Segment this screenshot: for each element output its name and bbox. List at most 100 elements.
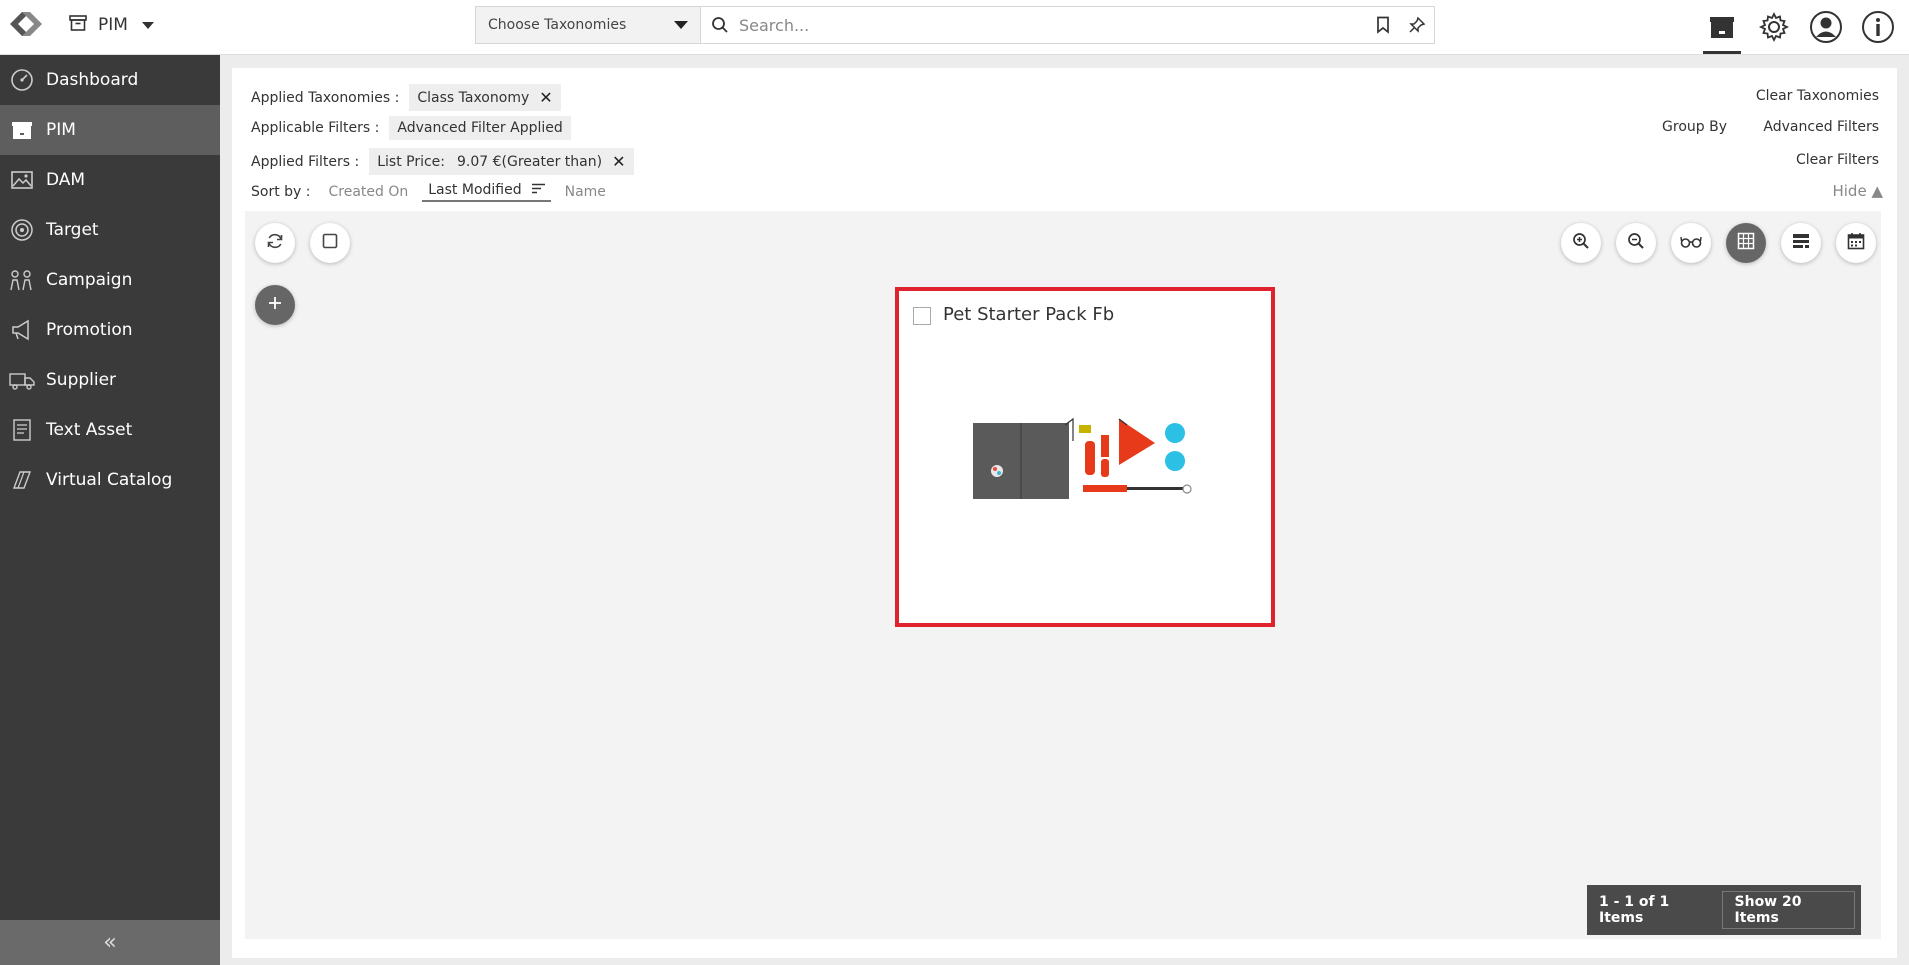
sort-descending-icon: [531, 182, 545, 198]
truck-icon: [8, 366, 36, 394]
sidebar-item-label: Campaign: [46, 270, 133, 290]
product-card-checkbox[interactable]: [913, 307, 931, 325]
applicable-filter-chip: Advanced Filter Applied: [389, 116, 571, 140]
sort-name[interactable]: Name: [565, 184, 606, 200]
applicable-filters-row: Applicable Filters : Advanced Filter App…: [251, 116, 571, 140]
info-icon[interactable]: [1859, 4, 1897, 50]
refresh-icon: [266, 232, 284, 254]
bookmark-icon[interactable]: [1366, 7, 1400, 43]
app-name: PIM: [98, 15, 128, 35]
applied-taxonomies-label: Applied Taxonomies :: [251, 89, 400, 106]
list-price-filter-chip: List Price: 9.07 €(Greater than) ✕: [369, 148, 634, 175]
calendar-view-button[interactable]: [1836, 223, 1876, 263]
calendar-icon: [1847, 232, 1865, 254]
double-chevron-left-icon: «: [103, 930, 117, 955]
app-switcher[interactable]: PIM: [68, 12, 154, 38]
sidebar-item-label: DAM: [46, 170, 86, 190]
pim-box-icon: [8, 116, 36, 144]
chevron-down-icon: [141, 21, 154, 29]
zoom-out-button[interactable]: [1616, 223, 1656, 263]
add-product-button[interactable]: [255, 285, 295, 325]
item-count: 1 - 1 of 1 Items: [1599, 894, 1670, 926]
taxonomy-select-label: Choose Taxonomies: [488, 17, 627, 33]
select-all-button[interactable]: [310, 223, 350, 263]
applicable-filters-label: Applicable Filters :: [251, 120, 380, 136]
sidebar: Dashboard PIM DAM Target Campaign Promot…: [0, 55, 220, 965]
close-icon[interactable]: ✕: [539, 88, 552, 107]
filter-chip-value: 9.07 €(Greater than): [457, 153, 603, 170]
zoom-out-icon: [1627, 232, 1645, 254]
sidebar-item-label: Text Asset: [46, 420, 133, 440]
sidebar-item-dam[interactable]: DAM: [0, 155, 220, 205]
zoom-in-icon: [1572, 232, 1590, 254]
grid-view-button[interactable]: [1726, 223, 1766, 263]
product-grid-area: Pet Starter Pack Fb 1 - 1 of 1 Items Sho…: [245, 211, 1881, 939]
search-bar: Choose Taxonomies: [475, 6, 1435, 44]
sidebar-item-label: Promotion: [46, 320, 133, 340]
sidebar-item-text-asset[interactable]: Text Asset: [0, 405, 220, 455]
search-input[interactable]: [739, 7, 1366, 43]
chevron-down-icon: [674, 21, 688, 29]
applied-filters-label: Applied Filters :: [251, 153, 360, 170]
top-bar: PIM Choose Taxonomies: [0, 0, 1909, 55]
catalog-icon: [8, 466, 36, 494]
zoom-in-button[interactable]: [1561, 223, 1601, 263]
user-profile-icon[interactable]: [1807, 4, 1845, 50]
sidebar-item-label: Target: [46, 220, 99, 240]
clear-taxonomies-link[interactable]: Clear Taxonomies: [1756, 88, 1879, 104]
target-icon: [8, 216, 36, 244]
sidebar-item-dashboard[interactable]: Dashboard: [0, 55, 220, 105]
pim-app-icon[interactable]: [1703, 4, 1741, 54]
refresh-button[interactable]: [255, 223, 295, 263]
sort-last-modified[interactable]: Last Modified: [422, 182, 551, 202]
taxonomy-select[interactable]: Choose Taxonomies: [476, 7, 701, 43]
applied-filters-row: Applied Filters : List Price: 9.07 €(Gre…: [251, 148, 634, 175]
product-image[interactable]: [969, 411, 1199, 511]
sidebar-item-campaign[interactable]: Campaign: [0, 255, 220, 305]
sidebar-collapse-button[interactable]: «: [0, 920, 220, 965]
grid-icon: [1737, 232, 1755, 254]
sidebar-item-target[interactable]: Target: [0, 205, 220, 255]
sidebar-item-label: Virtual Catalog: [46, 470, 173, 490]
sidebar-item-virtual-catalog[interactable]: Virtual Catalog: [0, 455, 220, 505]
sidebar-item-supplier[interactable]: Supplier: [0, 355, 220, 405]
preview-button[interactable]: [1671, 223, 1711, 263]
sidebar-item-label: Dashboard: [46, 70, 139, 90]
hide-filters-link[interactable]: Hide ▲: [1832, 182, 1883, 200]
sidebar-item-promotion[interactable]: Promotion: [0, 305, 220, 355]
logo-icon[interactable]: [4, 6, 48, 42]
checkbox-icon: [322, 233, 338, 253]
list-icon: [1792, 232, 1810, 254]
image-icon: [8, 166, 36, 194]
pagination-bar: 1 - 1 of 1 Items Show 20 Items: [1587, 885, 1861, 935]
page-size-button[interactable]: Show 20 Items: [1721, 891, 1855, 929]
campaign-icon: [8, 266, 36, 294]
applied-taxonomies-row: Applied Taxonomies : Class Taxonomy ✕: [251, 84, 561, 111]
document-icon: [8, 416, 36, 444]
taxonomy-chip: Class Taxonomy ✕: [409, 84, 561, 111]
glasses-icon: [1680, 234, 1702, 253]
sidebar-item-pim[interactable]: PIM: [0, 105, 220, 155]
clear-filters-link[interactable]: Clear Filters: [1796, 152, 1879, 168]
sort-created-on[interactable]: Created On: [329, 184, 409, 200]
sort-row: Sort by : Created On Last Modified Name: [251, 182, 620, 202]
plus-icon: [267, 295, 283, 315]
dashboard-icon: [8, 66, 36, 94]
megaphone-icon: [8, 316, 36, 344]
archive-box-icon: [68, 13, 88, 38]
close-icon[interactable]: ✕: [612, 152, 625, 171]
advanced-filters-link[interactable]: Advanced Filters: [1763, 119, 1879, 135]
sort-by-label: Sort by :: [251, 184, 311, 200]
group-by-link[interactable]: Group By: [1662, 119, 1727, 135]
pin-icon[interactable]: [1400, 7, 1434, 43]
product-card[interactable]: Pet Starter Pack Fb: [895, 287, 1275, 627]
header-actions: [1703, 4, 1897, 54]
list-view-button[interactable]: [1781, 223, 1821, 263]
main-panel: Applied Taxonomies : Class Taxonomy ✕ Cl…: [232, 68, 1897, 958]
sidebar-item-label: Supplier: [46, 370, 117, 390]
sort-option-label: Last Modified: [428, 182, 522, 198]
taxonomy-chip-label: Class Taxonomy: [417, 89, 530, 106]
gear-icon[interactable]: [1755, 4, 1793, 50]
product-card-title: Pet Starter Pack Fb: [943, 304, 1115, 325]
filter-chip-key: List Price:: [377, 153, 446, 170]
